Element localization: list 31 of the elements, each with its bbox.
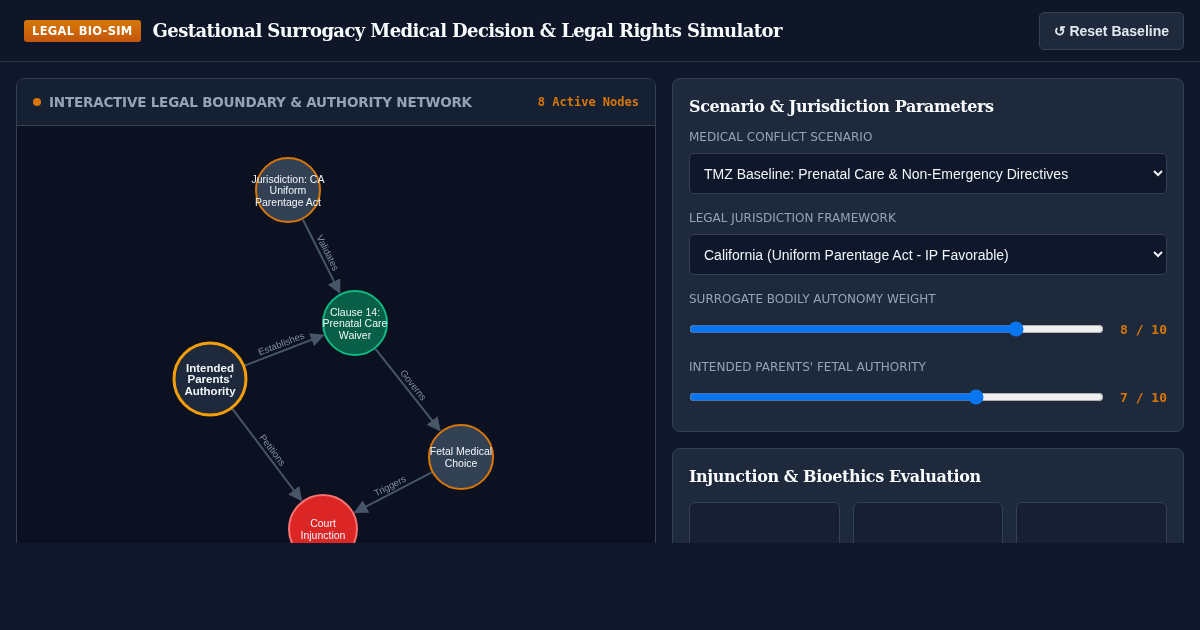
- node-label: Clause 14:: [329, 305, 381, 318]
- slider-value: 7 / 10: [1120, 389, 1167, 405]
- panel-title: Injunction & Bioethics Evaluation: [689, 467, 982, 486]
- dropdown-field[interactable]: California (Uniform Parentage Act - IP Favorable): [689, 234, 1167, 275]
- field-label: MEDICAL CONFLICT SCENARIO: [689, 130, 874, 144]
- node-label: Parents': [187, 373, 233, 385]
- field-label: INTENDED PARENTS' FETAL AUTHORITY: [689, 360, 927, 374]
- graph-node[interactable]: [322, 290, 388, 356]
- node-label: Uniform: [269, 184, 307, 196]
- node-label: Choice: [444, 456, 478, 469]
- app-title: Gestational Surrogacy Medical Decision & Legal Rights Simulator: [152, 20, 782, 41]
- graph-node[interactable]: [172, 341, 248, 417]
- dropdown-field[interactable]: TMZ Baseline: Prenatal Care & Non-Emergency Directives: [689, 153, 1167, 194]
- panel-title: INTERACTIVE LEGAL BOUNDARY & AUTHORITY NETWORK: [49, 94, 472, 110]
- reset-button[interactable]: ↺ Reset Baseline: [1038, 11, 1184, 50]
- node-label: Waiver: [338, 328, 372, 341]
- graph-node[interactable]: [428, 424, 494, 490]
- node-label: Injunction: [300, 528, 346, 541]
- node-label: Intended: [186, 361, 234, 374]
- node-label: Fetal Medical: [429, 445, 493, 458]
- node-count: 8 Active Nodes: [537, 95, 639, 109]
- node-label: Court: [310, 517, 336, 530]
- status-dot-icon: [33, 98, 41, 106]
- app-badge: LEGAL BIO-SIM: [24, 19, 141, 42]
- node-label: Authority: [184, 384, 236, 397]
- slider-value: 8 / 10: [1120, 321, 1167, 337]
- graph-node[interactable]: [288, 494, 358, 543]
- node-label: Prenatal Care: [322, 317, 388, 329]
- field-label: SURROGATE BODILY AUTONOMY WEIGHT: [689, 292, 937, 306]
- field-label: LEGAL JURISDICTION FRAMEWORK: [689, 211, 897, 225]
- panel-title: Scenario & Jurisdiction Parameters: [689, 97, 995, 116]
